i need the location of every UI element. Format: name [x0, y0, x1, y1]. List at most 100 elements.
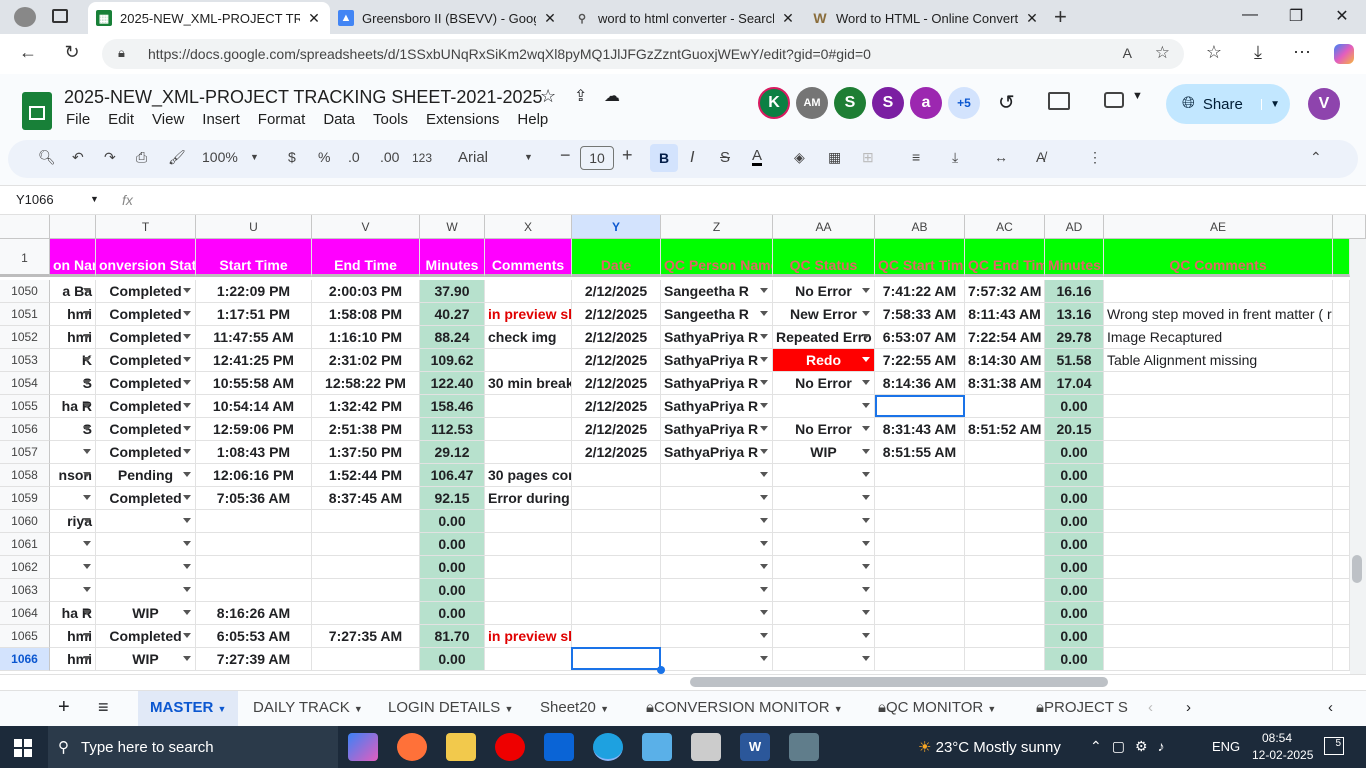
grid-cell[interactable]: a Ba — [50, 280, 96, 303]
grid-cell[interactable]: 2:51:38 PM — [312, 418, 420, 441]
grid-cell[interactable]: SathyaPriya R — [661, 395, 773, 418]
grid-cell[interactable] — [572, 579, 661, 602]
menu-help[interactable]: Help — [517, 111, 548, 128]
grid-cell[interactable] — [773, 464, 875, 487]
grid-cell[interactable] — [1104, 395, 1333, 418]
grid-cell[interactable] — [50, 579, 96, 602]
grid-cell[interactable] — [1104, 441, 1333, 464]
header-cell[interactable]: QC Status — [773, 239, 875, 277]
grid-cell[interactable]: Completed — [96, 349, 196, 372]
grid-cell[interactable] — [312, 556, 420, 579]
percent-format[interactable]: % — [318, 149, 330, 165]
dropdown-arrow-icon[interactable] — [183, 380, 191, 385]
row-header[interactable]: 1064 — [0, 602, 50, 625]
grid-cell[interactable]: 37.90 — [420, 280, 485, 303]
row-header[interactable]: 1062 — [0, 556, 50, 579]
grid-cell[interactable]: 1:08:43 PM — [196, 441, 312, 464]
grid-cell[interactable] — [965, 556, 1045, 579]
grid-cell[interactable]: 29.78 — [1045, 326, 1104, 349]
grid-cell[interactable] — [485, 510, 572, 533]
grid-cell[interactable] — [875, 625, 965, 648]
grid-cell[interactable] — [773, 510, 875, 533]
dropdown-arrow-icon[interactable] — [760, 633, 768, 638]
column-header[interactable]: W — [420, 215, 485, 239]
dropdown-arrow-icon[interactable] — [183, 472, 191, 477]
more-collaborators[interactable]: +5 — [948, 87, 980, 119]
browser-tab-sheet[interactable]: ▦ 2025-NEW_XML-PROJECT TRACK ✕ — [88, 2, 330, 34]
grid-cell[interactable]: 7:22:54 AM — [965, 326, 1045, 349]
grid-cell[interactable] — [1333, 372, 1350, 395]
bold-icon[interactable]: B — [650, 144, 678, 172]
row-header[interactable]: 1056 — [0, 418, 50, 441]
grid-cell[interactable] — [773, 556, 875, 579]
grid-cell[interactable] — [96, 579, 196, 602]
dropdown-arrow-icon[interactable] — [862, 449, 870, 454]
grid-cell[interactable]: 2/12/2025 — [572, 372, 661, 395]
grid-cell[interactable] — [875, 602, 965, 625]
grid-cell[interactable] — [965, 464, 1045, 487]
grid-cell[interactable] — [50, 556, 96, 579]
taskbar-search[interactable]: ⚲ Type here to search — [48, 726, 338, 768]
grid-cell[interactable] — [485, 349, 572, 372]
grid-cell[interactable] — [1333, 510, 1350, 533]
grid-cell[interactable]: 7:27:35 AM — [312, 625, 420, 648]
grid-cell[interactable]: 10:55:58 AM — [196, 372, 312, 395]
file-explorer-icon[interactable] — [446, 733, 476, 761]
dropdown-arrow-icon[interactable] — [83, 311, 91, 316]
grid-cell[interactable] — [572, 602, 661, 625]
grid-cell[interactable] — [1104, 602, 1333, 625]
dropdown-arrow-icon[interactable] — [862, 357, 870, 362]
text-color-icon[interactable]: A — [752, 148, 763, 166]
column-header[interactable]: AC — [965, 215, 1045, 239]
star-icon[interactable]: ☆ — [540, 86, 556, 107]
grid-cell[interactable]: hmi — [50, 625, 96, 648]
grid-cell[interactable]: WIP — [773, 441, 875, 464]
dropdown-arrow-icon[interactable] — [862, 403, 870, 408]
grid-cell[interactable]: 8:16:26 AM — [196, 602, 312, 625]
grid-cell[interactable] — [661, 510, 773, 533]
grid-cell[interactable] — [1104, 533, 1333, 556]
browser-tab-drive[interactable]: ▲ Greensboro II (BSEVV) - Google D ✕ — [330, 2, 566, 34]
row-header[interactable]: 1054 — [0, 372, 50, 395]
grid-cell[interactable]: Completed — [96, 372, 196, 395]
grid-cell[interactable]: check img — [485, 326, 572, 349]
grid-cell[interactable]: 8:14:36 AM — [875, 372, 965, 395]
dropdown-arrow-icon[interactable] — [862, 610, 870, 615]
grid-cell[interactable]: 0.00 — [1045, 487, 1104, 510]
grid-cell[interactable]: 1:58:08 PM — [312, 303, 420, 326]
dropdown-arrow-icon[interactable] — [83, 288, 91, 293]
move-icon[interactable]: ⇪ — [574, 86, 587, 106]
chevron-down-icon[interactable]: ▼ — [1132, 90, 1143, 102]
select-all-corner[interactable] — [0, 215, 50, 239]
column-header[interactable] — [50, 215, 96, 239]
dropdown-arrow-icon[interactable] — [183, 311, 191, 316]
grid-cell[interactable] — [96, 510, 196, 533]
grid-cell[interactable]: 0.00 — [1045, 556, 1104, 579]
grid-cell[interactable] — [572, 648, 661, 671]
all-sheets-icon[interactable]: ≡ — [98, 697, 109, 718]
grid-cell[interactable]: 0.00 — [1045, 464, 1104, 487]
grid-cell[interactable]: 8:31:38 AM — [965, 372, 1045, 395]
grid-cell[interactable] — [572, 556, 661, 579]
column-header[interactable]: T — [96, 215, 196, 239]
grid-cell[interactable] — [572, 510, 661, 533]
dropdown-arrow-icon[interactable] — [183, 541, 191, 546]
grid-cell[interactable] — [312, 579, 420, 602]
dropdown-arrow-icon[interactable] — [183, 518, 191, 523]
grid-cell[interactable] — [96, 533, 196, 556]
dropdown-arrow-icon[interactable] — [862, 472, 870, 477]
grid-cell[interactable]: 13.16 — [1045, 303, 1104, 326]
dropdown-arrow-icon[interactable] — [760, 357, 768, 362]
avatar[interactable]: S — [834, 87, 866, 119]
grid-cell[interactable] — [96, 556, 196, 579]
grid-cell[interactable] — [196, 510, 312, 533]
avatar[interactable]: AM — [796, 87, 828, 119]
dropdown-arrow-icon[interactable] — [862, 495, 870, 500]
dropdown-arrow-icon[interactable] — [183, 357, 191, 362]
add-sheet-icon[interactable]: + — [58, 696, 70, 719]
align-horizontal-icon[interactable]: ≡ — [912, 149, 920, 165]
grid-cell[interactable]: Completed — [96, 303, 196, 326]
grid-cell[interactable]: 1:22:09 PM — [196, 280, 312, 303]
grid-cell[interactable]: 16.16 — [1045, 280, 1104, 303]
grid-cell[interactable]: 0.00 — [1045, 648, 1104, 671]
